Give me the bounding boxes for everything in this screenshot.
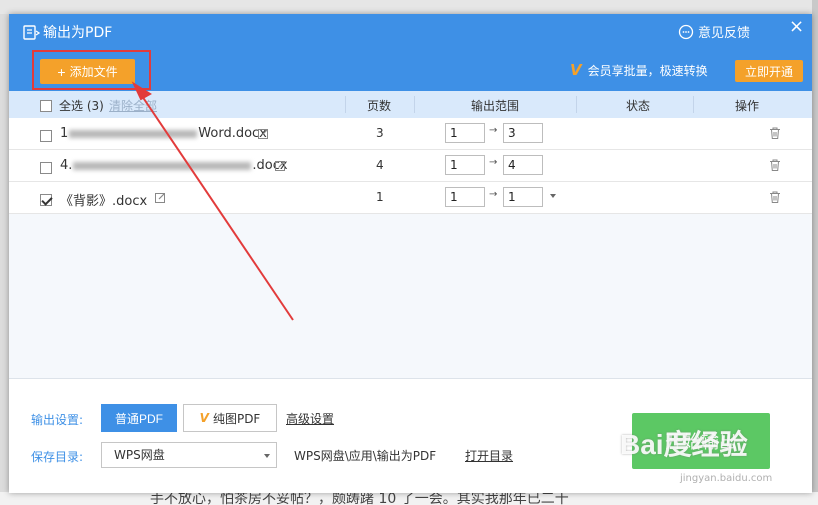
close-icon[interactable]: × (789, 16, 804, 37)
col-status: 状态 (626, 99, 651, 113)
page-count: 4 (376, 158, 384, 172)
trash-icon[interactable] (769, 127, 781, 139)
table-row: 4. .docx 4 1 → 4 (9, 150, 812, 182)
background-document: 手不放心，怕茶房不妥帖？，颇踌躇 10 了一会。其实我那年已二十 (0, 492, 818, 505)
dialog-title: 输出为PDF (43, 25, 113, 41)
range-to-input[interactable]: 3 (503, 123, 543, 143)
select-all-label: 全选 (3) (59, 99, 104, 113)
save-dir-select[interactable]: WPS网盘 (101, 442, 277, 468)
range-from-input[interactable]: 1 (445, 155, 485, 175)
edit-icon[interactable] (258, 128, 269, 139)
col-action: 操作 (735, 99, 760, 113)
redacted-text (73, 161, 252, 170)
normal-pdf-button[interactable]: 普通PDF (101, 404, 177, 432)
trash-icon[interactable] (769, 159, 781, 171)
vip-promo: V 会员享批量，极速转换 (570, 61, 708, 79)
row-checkbox[interactable] (40, 160, 52, 174)
col-pages: 页数 (367, 99, 392, 113)
col-range: 输出范围 (471, 99, 520, 113)
background-top (0, 0, 818, 14)
row-checkbox[interactable] (40, 192, 52, 206)
save-dir-label: 保存目录: (31, 450, 84, 464)
edit-icon[interactable] (275, 160, 286, 171)
image-pdf-label: 纯图PDF (212, 411, 261, 426)
watermark-url: jingyan.baidu.com (680, 473, 773, 484)
add-file-button[interactable]: + 添加文件 (40, 59, 135, 84)
range-from-input[interactable]: 1 (445, 123, 485, 143)
file-name: 《背影》.docx (60, 194, 148, 209)
page-count: 3 (376, 126, 384, 140)
chat-bubble-icon (678, 24, 694, 39)
vip-icon: V (570, 61, 582, 79)
column-divider (414, 96, 415, 113)
save-path: WPS网盘\应用\输出为PDF (294, 449, 437, 463)
arrow-icon: → (489, 157, 498, 168)
vip-icon: V (199, 411, 209, 425)
column-divider (576, 96, 577, 113)
background-right (812, 0, 818, 505)
file-name: 4. .docx (60, 158, 288, 173)
arrow-icon: → (489, 125, 498, 136)
table-header: 全选 (3) 清除全部 页数 输出范围 状态 操作 (9, 91, 812, 118)
export-pdf-dialog: 输出为PDF 意见反馈 × + 添加文件 V 会员享批量，极速转换 立即开通 全… (9, 14, 812, 493)
image-pdf-button[interactable]: V 纯图PDF (183, 404, 277, 432)
file-list: 1 Word.docx 3 1 → 3 4. .docx 4 1 → 4 《背影》.… (9, 118, 812, 378)
dialog-header: 输出为PDF 意见反馈 × + 添加文件 V 会员享批量，极速转换 立即开通 (9, 14, 812, 91)
open-vip-button[interactable]: 立即开通 (735, 60, 803, 82)
vip-promo-text: 会员享批量，极速转换 (587, 63, 708, 78)
select-all-checkbox[interactable] (40, 98, 52, 112)
column-divider (693, 96, 694, 113)
save-dir-value: WPS网盘 (114, 448, 165, 462)
feedback-label: 意见反馈 (698, 26, 751, 41)
watermark-logo: Bai度经验 (620, 429, 748, 460)
trash-icon[interactable] (769, 191, 781, 203)
table-row: 《背影》.docx 1 1 → 1 (9, 182, 812, 214)
pdf-export-icon (23, 25, 40, 40)
advanced-settings-link[interactable]: 高级设置 (286, 410, 334, 427)
output-settings-label: 输出设置: (31, 413, 84, 427)
arrow-icon: → (489, 189, 498, 200)
plus-icon: + (57, 63, 66, 80)
feedback-link[interactable]: 意见反馈 (678, 22, 750, 41)
page-count: 1 (376, 190, 384, 204)
chevron-down-icon[interactable] (550, 194, 556, 198)
chevron-down-icon (264, 454, 270, 458)
redacted-text (69, 129, 198, 138)
table-row: 1 Word.docx 3 1 → 3 (9, 118, 812, 150)
column-divider (345, 96, 346, 113)
range-to-input[interactable]: 4 (503, 155, 543, 175)
row-checkbox[interactable] (40, 128, 52, 142)
edit-icon[interactable] (155, 192, 166, 203)
add-file-label: 添加文件 (69, 65, 118, 79)
range-from-input[interactable]: 1 (445, 187, 485, 207)
clear-all-link[interactable]: 清除全部 (109, 97, 157, 114)
open-dir-link[interactable]: 打开目录 (465, 447, 513, 464)
range-to-input[interactable]: 1 (503, 187, 543, 207)
background-doc-text: 手不放心，怕茶房不妥帖？，颇踌躇 10 了一会。其实我那年已二十 (150, 492, 569, 505)
file-name: 1 Word.docx (60, 126, 267, 141)
